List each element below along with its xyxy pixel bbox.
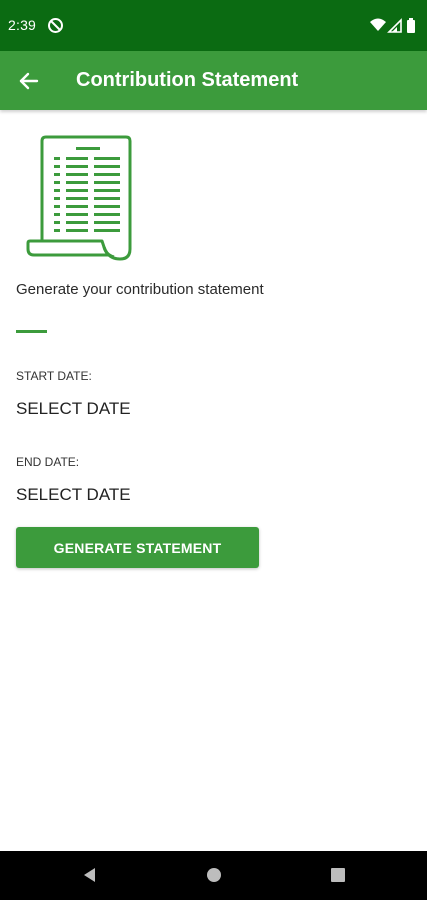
end-date-label: END DATE: bbox=[16, 455, 80, 469]
end-date-picker[interactable]: SELECT DATE bbox=[16, 485, 131, 505]
start-date-picker[interactable]: SELECT DATE bbox=[16, 399, 131, 419]
start-date-label: START DATE: bbox=[16, 369, 92, 383]
do-not-disturb-icon bbox=[47, 17, 64, 34]
recents-square-icon[interactable] bbox=[328, 865, 348, 885]
app-bar: Contribution Statement bbox=[0, 51, 427, 110]
page-title: Contribution Statement bbox=[76, 69, 299, 91]
arrow-back-icon bbox=[19, 72, 39, 90]
document-statement-icon bbox=[24, 133, 134, 263]
wifi-icon bbox=[370, 18, 386, 31]
battery-icon bbox=[407, 18, 415, 33]
home-circle-icon[interactable] bbox=[204, 865, 224, 885]
intro-text: Generate your contribution statement bbox=[16, 281, 264, 298]
back-triangle-icon[interactable] bbox=[80, 865, 100, 885]
status-time: 2:39 bbox=[8, 17, 37, 33]
generate-statement-button[interactable]: GENERATE STATEMENT bbox=[16, 527, 259, 568]
status-bar: 2:39 bbox=[0, 0, 427, 51]
status-icons bbox=[369, 17, 419, 34]
system-nav-bar bbox=[0, 851, 427, 900]
back-button[interactable] bbox=[12, 65, 44, 97]
signal-icon bbox=[387, 18, 402, 33]
accent-divider bbox=[16, 330, 47, 333]
